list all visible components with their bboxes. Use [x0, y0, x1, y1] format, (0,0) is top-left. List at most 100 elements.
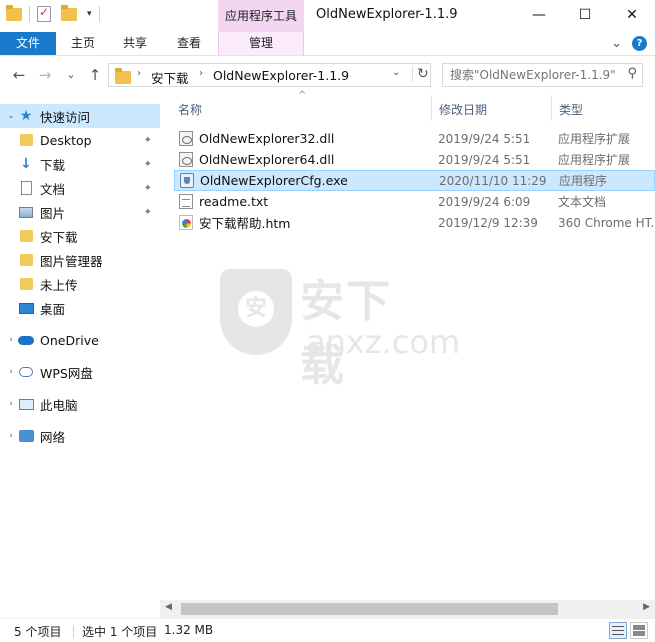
nav-item-pictures[interactable]: 图片 ✦ [0, 200, 160, 224]
watermark-domain: anxz.com [306, 323, 461, 361]
tab-view[interactable]: 查看 [168, 32, 210, 55]
folder-icon[interactable] [6, 4, 22, 21]
nav-item-downloads[interactable]: ↓ 下载 ✦ [0, 152, 160, 176]
tab-home[interactable]: 主页 [62, 32, 104, 55]
recent-locations-button[interactable]: ⌄ [62, 65, 80, 85]
nav-item-quick-access[interactable]: ⌄ ★ 快速访问 [0, 104, 160, 128]
tab-manage[interactable]: 管理 [218, 32, 304, 55]
window-title: OldNewExplorer-1.1.9 [316, 7, 458, 22]
star-icon: ★ [19, 108, 33, 124]
file-row[interactable]: readme.txt 2019/9/24 6:09 文本文档 [174, 191, 655, 212]
toolbar-separator [29, 6, 30, 22]
expand-chevron-icon[interactable]: › [4, 431, 18, 441]
nav-item-label: 快速访问 [40, 109, 91, 125]
search-box[interactable]: ⚲ [442, 63, 643, 87]
breadcrumb-separator[interactable]: › [137, 68, 141, 79]
file-name: 安下载帮助.htm [199, 216, 291, 231]
file-row-selected[interactable]: OldNewExplorerCfg.exe 2020/11/10 11:29 应… [174, 170, 655, 191]
expand-ribbon-icon[interactable]: ⌄ [611, 36, 622, 51]
file-type: 360 Chrome HT... [558, 215, 654, 230]
watermark-logo: 安 安下载 anxz.com [220, 265, 460, 391]
selected-size: 1.32 MB [164, 623, 214, 637]
help-icon[interactable]: ? [632, 36, 647, 51]
nav-item-label: 文档 [40, 181, 66, 197]
breadcrumb-item[interactable]: OldNewExplorer-1.1.9 [213, 68, 349, 83]
close-button[interactable]: ✕ [609, 0, 655, 30]
nav-item-onedrive[interactable]: › OneDrive [0, 328, 160, 352]
pictures-icon [18, 205, 34, 219]
up-button[interactable]: ↑ [86, 65, 104, 85]
nav-item-label: OneDrive [40, 332, 99, 348]
file-type: 文本文档 [558, 195, 607, 209]
collapse-chevron-icon[interactable]: ⌄ [4, 111, 18, 121]
search-icon[interactable]: ⚲ [627, 66, 637, 81]
file-row[interactable]: OldNewExplorer64.dll 2019/9/24 5:51 应用程序… [174, 149, 655, 170]
nav-item-not-uploaded[interactable]: 未上传 [0, 272, 160, 296]
file-row[interactable]: 安下载帮助.htm 2019/12/9 12:39 360 Chrome HT.… [174, 212, 655, 233]
tab-file[interactable]: 文件 [0, 32, 56, 55]
file-date: 2019/9/24 5:51 [438, 131, 531, 146]
item-count: 5 个项目 [14, 625, 62, 639]
back-button[interactable]: ← [10, 65, 28, 85]
watermark-shield-char: 安 [238, 291, 274, 327]
nav-item-picture-manager[interactable]: 图片管理器 [0, 248, 160, 272]
breadcrumb-separator[interactable]: › [199, 68, 203, 79]
nav-item-wps-cloud[interactable]: › WPS网盘 [0, 360, 160, 384]
exe-icon [180, 173, 194, 188]
pin-icon: ✦ [143, 158, 152, 170]
nav-item-this-pc[interactable]: › 此电脑 [0, 392, 160, 416]
address-dropdown-icon[interactable]: ⌄ [392, 67, 400, 78]
nav-item-network[interactable]: › 网络 [0, 424, 160, 448]
scrollbar-thumb[interactable] [181, 603, 558, 615]
document-icon [18, 181, 34, 195]
nav-item-documents[interactable]: 文档 ✦ [0, 176, 160, 200]
file-name: OldNewExplorerCfg.exe [200, 173, 348, 188]
pin-icon: ✦ [143, 182, 152, 194]
file-type: 应用程序 [559, 174, 608, 188]
breadcrumb-item[interactable]: 安下载 [151, 68, 189, 87]
download-icon: ↓ [20, 156, 32, 172]
forward-button[interactable]: → [36, 65, 54, 85]
horizontal-scrollbar[interactable]: ◀ ▶ [160, 600, 655, 618]
properties-icon[interactable] [37, 5, 51, 22]
nav-item-anxz[interactable]: 安下载 [0, 224, 160, 248]
column-header-date[interactable]: 修改日期 [439, 101, 487, 118]
new-folder-icon[interactable] [61, 4, 77, 21]
column-header-name[interactable]: 名称 [178, 101, 202, 118]
large-icons-view-button[interactable] [630, 622, 648, 639]
customize-toolbar-icon[interactable]: ▾ [87, 9, 92, 19]
scroll-right-icon[interactable]: ▶ [643, 602, 650, 612]
selected-count: 选中 1 个项目 [82, 625, 158, 639]
search-input[interactable] [443, 64, 619, 86]
expand-chevron-icon[interactable]: › [4, 335, 18, 345]
folder-icon [115, 68, 131, 84]
pin-icon: ✦ [143, 134, 152, 146]
nav-item-label: 图片管理器 [40, 253, 103, 269]
expand-chevron-icon[interactable]: › [4, 367, 18, 377]
nav-item-desktop-cn[interactable]: 桌面 [0, 296, 160, 320]
expand-chevron-icon[interactable]: › [4, 399, 18, 409]
column-divider[interactable] [431, 95, 432, 121]
file-name: readme.txt [199, 194, 269, 209]
file-name: OldNewExplorer32.dll [199, 131, 335, 146]
folder-icon [18, 133, 34, 147]
details-view-button[interactable] [609, 622, 627, 639]
nav-item-desktop[interactable]: Desktop ✦ [0, 128, 160, 152]
file-type: 应用程序扩展 [558, 132, 631, 146]
desktop-icon [18, 301, 34, 315]
nav-item-label: 安下载 [40, 229, 78, 245]
file-date: 2019/9/24 6:09 [438, 194, 531, 209]
nav-item-label: 网络 [40, 429, 66, 445]
tab-share[interactable]: 共享 [114, 32, 156, 55]
dll-icon [179, 152, 193, 167]
file-row[interactable]: OldNewExplorer32.dll 2019/9/24 5:51 应用程序… [174, 128, 655, 149]
scroll-left-icon[interactable]: ◀ [165, 602, 172, 612]
refresh-icon[interactable]: ↻ [412, 66, 429, 82]
column-divider[interactable] [551, 95, 552, 121]
nav-item-label: 未上传 [40, 277, 78, 293]
maximize-button[interactable]: ☐ [562, 0, 608, 30]
contextual-tab-header: 应用程序工具 [218, 0, 304, 32]
address-bar[interactable]: › 安下载 › OldNewExplorer-1.1.9 ⌄ ↻ [108, 63, 431, 87]
column-header-type[interactable]: 类型 [559, 101, 583, 118]
minimize-button[interactable]: — [516, 0, 562, 30]
